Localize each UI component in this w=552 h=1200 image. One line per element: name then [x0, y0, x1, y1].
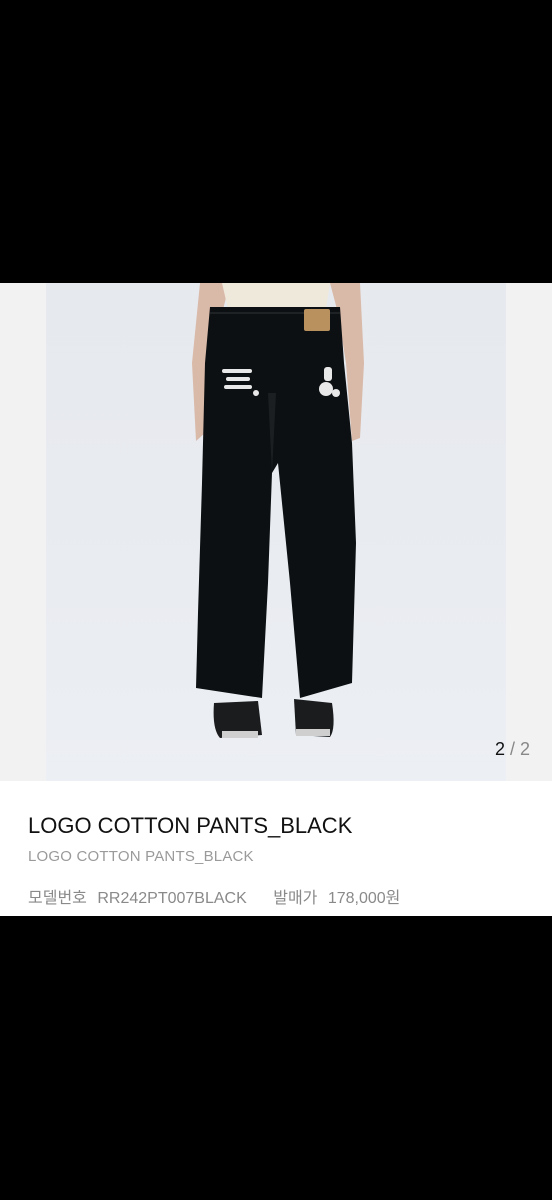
- top-black-area: [0, 0, 552, 283]
- image-counter-separator: /: [504, 739, 520, 759]
- product-card[interactable]: 2 / 2 LOGO COTTON PANTS_BLACK LOGO COTTO…: [0, 283, 552, 916]
- product-title: LOGO COTTON PANTS_BLACK: [28, 813, 353, 838]
- pants-illustration: [192, 283, 364, 738]
- image-counter-total: 2: [519, 739, 530, 759]
- price-label: 발매가: [273, 890, 318, 907]
- image-counter-current: 2: [494, 739, 505, 759]
- bottom-black-area: [0, 916, 552, 1200]
- model-label: 모델번호: [28, 890, 87, 907]
- product-info: LOGO COTTON PANTS_BLACK LOGO COTTON PANT…: [0, 781, 552, 916]
- product-subtitle: LOGO COTTON PANTS_BLACK: [28, 848, 254, 865]
- product-meta: 모델번호 RR242PT007BLACK 발매가 178,000원: [28, 884, 406, 908]
- model-value: RR242PT007BLACK: [97, 890, 247, 907]
- product-image[interactable]: 2 / 2: [0, 283, 552, 781]
- image-counter: 2 / 2: [495, 739, 530, 760]
- price-value: 178,000원: [327, 890, 401, 907]
